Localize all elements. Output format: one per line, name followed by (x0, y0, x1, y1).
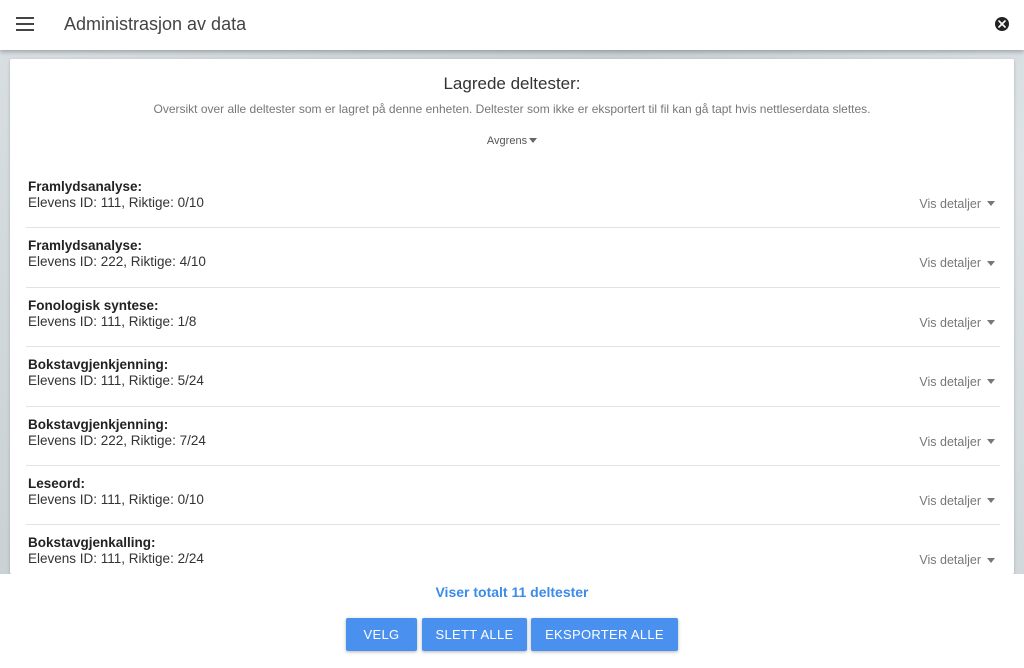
show-details-label: Vis detaljer (919, 315, 981, 330)
test-info: Elevens ID: 111, Riktige: 5/24 (28, 373, 204, 389)
filter-toggle-container: Avgrens (10, 135, 1014, 147)
test-info: Elevens ID: 222, Riktige: 7/24 (28, 432, 206, 448)
test-list: Framlydsanalyse: Elevens ID: 111, Riktig… (26, 169, 1000, 574)
caret-down-icon (987, 201, 995, 207)
show-details-button[interactable]: Vis detaljer (919, 316, 995, 330)
show-details-button[interactable]: Vis detaljer (919, 494, 995, 508)
test-name: Framlydsanalyse: (28, 179, 143, 194)
show-details-button[interactable]: Vis detaljer (919, 197, 995, 211)
card-description: Oversikt over alle deltester som er lagr… (153, 102, 871, 116)
filter-toggle[interactable]: Avgrens (486, 135, 538, 147)
test-info: Elevens ID: 111, Riktige: 0/10 (28, 195, 204, 210)
show-details-button[interactable]: Vis detaljer (919, 435, 995, 449)
caret-down-icon (987, 319, 995, 325)
test-name: Fonologisk syntese: (28, 297, 159, 313)
caret-down-icon (987, 557, 995, 563)
export-all-button[interactable]: EKSPORTER ALLE (531, 618, 678, 651)
show-details-button[interactable]: Vis detaljer (919, 256, 995, 270)
test-name: Leseord: (28, 475, 86, 491)
show-details-button[interactable]: Vis detaljer (919, 375, 995, 389)
test-info: Elevens ID: 111, Riktige: 2/24 (28, 551, 204, 567)
test-info: Elevens ID: 111, Riktige: 0/10 (28, 491, 204, 507)
caret-down-icon (987, 498, 995, 504)
total-count-text: Viser totalt 11 deltester (435, 584, 589, 600)
list-item: Fonologisk syntese: Elevens ID: 111, Rik… (26, 288, 1000, 348)
show-details-label: Vis detaljer (919, 434, 981, 449)
show-details-label: Vis detaljer (919, 197, 981, 211)
caret-down-icon (987, 260, 995, 266)
caret-down-icon (987, 438, 995, 444)
list-item: Bokstavgjenkalling: Elevens ID: 111, Rik… (26, 525, 1000, 574)
delete-all-button[interactable]: SLETT ALLE (422, 618, 527, 651)
test-info: Elevens ID: 222, Riktige: 4/10 (28, 254, 206, 270)
test-name: Framlydsanalyse: (28, 238, 143, 254)
show-details-label: Vis detaljer (919, 256, 981, 271)
caret-down-icon (529, 137, 538, 143)
app-bar: Administrasjon av data (0, 0, 1024, 50)
show-details-button[interactable]: Vis detaljer (919, 553, 995, 567)
test-name: Bokstavgjenkjenning: (28, 357, 169, 373)
close-icon[interactable] (995, 17, 1009, 31)
show-details-label: Vis detaljer (919, 553, 981, 568)
card-title: Lagrede deltester: (443, 74, 581, 93)
caret-down-icon (987, 379, 995, 385)
select-button[interactable]: VELG (346, 618, 417, 651)
page-title: Administrasjon av data (64, 14, 247, 34)
list-item: Framlydsanalyse: Elevens ID: 222, Riktig… (26, 228, 1000, 288)
saved-tests-card: Lagrede deltester: Oversikt over alle de… (10, 59, 1014, 574)
test-info: Elevens ID: 111, Riktige: 1/8 (28, 313, 197, 329)
list-item: Bokstavgjenkjenning: Elevens ID: 111, Ri… (26, 347, 1000, 407)
show-details-label: Vis detaljer (919, 493, 981, 508)
filter-label: Avgrens (486, 135, 528, 147)
list-item: Framlydsanalyse: Elevens ID: 111, Riktig… (26, 169, 1000, 229)
menu-icon[interactable] (16, 17, 34, 31)
list-item: Leseord: Elevens ID: 111, Riktige: 0/10 … (26, 466, 1000, 526)
test-name: Bokstavgjenkjenning: (28, 416, 169, 432)
show-details-label: Vis detaljer (919, 375, 981, 390)
list-item: Bokstavgjenkjenning: Elevens ID: 222, Ri… (26, 407, 1000, 466)
test-name: Bokstavgjenkalling: (28, 535, 156, 551)
